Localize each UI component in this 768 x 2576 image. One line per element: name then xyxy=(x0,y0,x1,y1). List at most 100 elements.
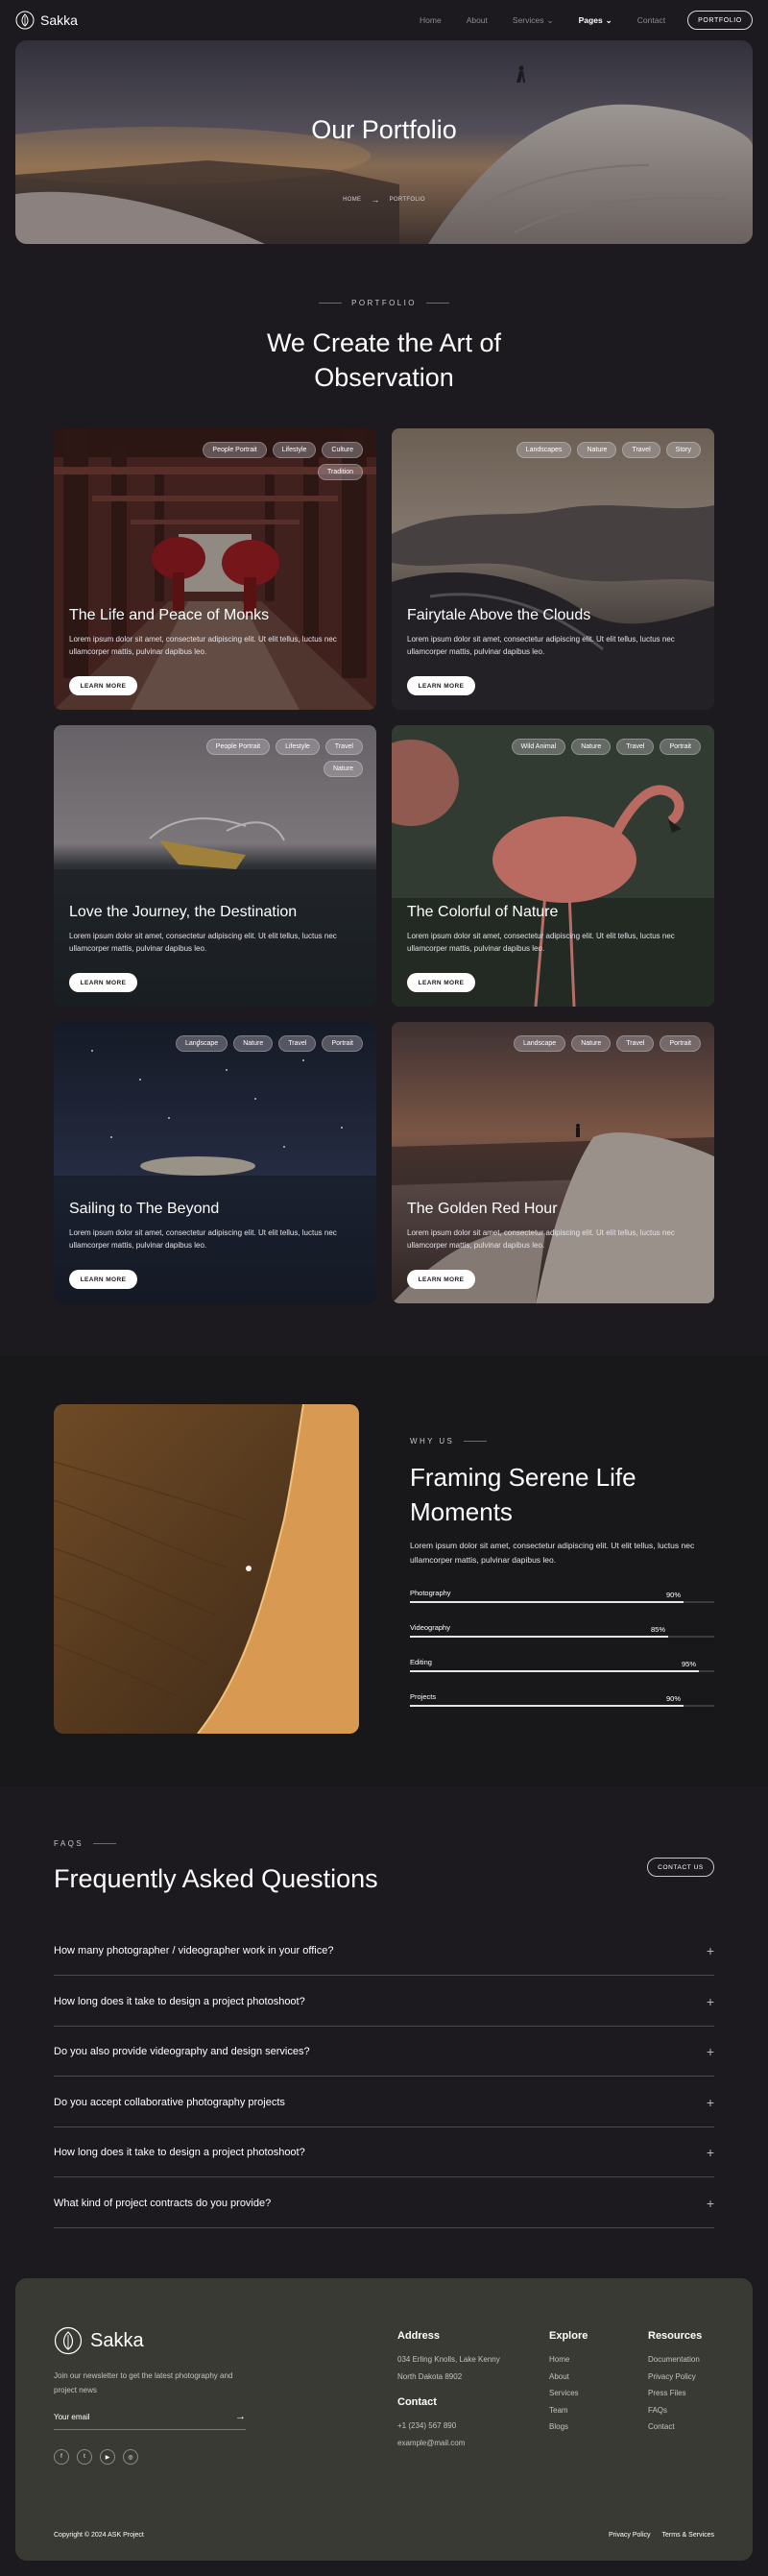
terms-link[interactable]: Terms & Services xyxy=(662,2532,714,2539)
plus-icon[interactable]: + xyxy=(707,2196,714,2211)
portfolio-card[interactable]: People Portrait Lifestyle Travel Nature … xyxy=(54,725,376,1007)
tag[interactable]: Story xyxy=(665,442,701,458)
plus-icon[interactable]: + xyxy=(707,1943,714,1958)
faq-item[interactable]: How long does it take to design a projec… xyxy=(54,2127,714,2177)
tag[interactable]: Travel xyxy=(616,1035,655,1052)
portfolio-card[interactable]: People Portrait Lifestyle Culture Tradit… xyxy=(54,428,376,710)
newsletter-text: Join our newsletter to get the latest ph… xyxy=(54,2371,233,2394)
tag[interactable]: Nature xyxy=(571,739,612,755)
tag[interactable]: People Portrait xyxy=(205,739,271,755)
faq-item[interactable]: What kind of project contracts do you pr… xyxy=(54,2178,714,2228)
nav-link-home[interactable]: Home xyxy=(420,15,442,25)
learn-more-button[interactable]: LEARN MORE xyxy=(69,1270,137,1289)
nav-link-pages[interactable]: Pages ⌄ xyxy=(579,15,612,26)
learn-more-button[interactable]: LEARN MORE xyxy=(69,676,137,695)
tag[interactable]: Lifestyle xyxy=(276,739,320,755)
portfolio-card[interactable]: Landscape Nature Travel Portrait The Gol… xyxy=(392,1022,714,1303)
footer-link[interactable]: FAQs xyxy=(648,2402,702,2419)
learn-more-button[interactable]: LEARN MORE xyxy=(407,1270,475,1289)
faq-item[interactable]: How many photographer / videographer wor… xyxy=(54,1926,714,1976)
card-description: Lorem ipsum dolor sit amet, consectetur … xyxy=(407,1228,675,1250)
portfolio-button[interactable]: PORTFOLIO xyxy=(687,11,753,30)
footer-brand[interactable]: Sakka xyxy=(54,2326,144,2355)
tag[interactable]: Travel xyxy=(278,1035,317,1052)
tag[interactable]: Nature xyxy=(323,761,363,777)
card-description: Lorem ipsum dolor sit amet, consectetur … xyxy=(407,932,675,953)
tag[interactable]: Landscapes xyxy=(516,442,572,458)
tag[interactable]: Portrait xyxy=(660,1035,701,1052)
card-image-clouds xyxy=(392,428,714,710)
footer-link[interactable]: Team xyxy=(549,2402,588,2419)
faq-question: Do you accept collaborative photography … xyxy=(54,2096,285,2108)
learn-more-button[interactable]: LEARN MORE xyxy=(407,676,475,695)
breadcrumb: HOME → PORTFOLIO xyxy=(15,195,753,205)
instagram-icon[interactable]: ◎ xyxy=(123,2449,138,2465)
skill-percent: 85% xyxy=(651,1625,666,1634)
footer-link[interactable]: About xyxy=(549,2369,588,2386)
faq-item[interactable]: How long does it take to design a projec… xyxy=(54,1977,714,2027)
footer-resources: Resources Documentation Privacy Policy P… xyxy=(648,2330,702,2436)
learn-more-button[interactable]: LEARN MORE xyxy=(407,973,475,992)
privacy-policy-link[interactable]: Privacy Policy xyxy=(609,2532,651,2539)
brand-logo[interactable]: Sakka xyxy=(15,11,78,30)
tag[interactable]: Culture xyxy=(322,442,363,458)
tag[interactable]: Tradition xyxy=(318,464,363,480)
breadcrumb-home[interactable]: HOME xyxy=(343,197,361,203)
tag[interactable]: Landscape xyxy=(513,1035,566,1052)
brand-name: Sakka xyxy=(90,2329,144,2351)
copyright: Copyright © 2024 ASK Project xyxy=(54,2532,144,2539)
portfolio-card[interactable]: Wild Animal Nature Travel Portrait The C… xyxy=(392,725,714,1007)
nav-links: Home About Services ⌄ Pages ⌄ Contact xyxy=(420,0,690,40)
hero-banner: Our Portfolio HOME → PORTFOLIO xyxy=(15,40,753,244)
tag[interactable]: Travel xyxy=(616,739,655,755)
portfolio-card[interactable]: Landscape Nature Travel Portrait Sailing… xyxy=(54,1022,376,1303)
email-placeholder: Your email xyxy=(54,2413,90,2421)
card-image-golden-hour xyxy=(392,1022,714,1303)
eyebrow-label: FAQS xyxy=(54,1839,84,1848)
email-link[interactable]: example@mail.com xyxy=(397,2435,500,2452)
nav-link-contact[interactable]: Contact xyxy=(637,15,665,25)
footer-link[interactable]: Documentation xyxy=(648,2351,702,2369)
youtube-icon[interactable]: ▶ xyxy=(100,2449,115,2465)
footer-link[interactable]: Services xyxy=(549,2385,588,2402)
tag[interactable]: Travel xyxy=(324,739,363,755)
tag[interactable]: Portrait xyxy=(660,739,701,755)
card-description: Lorem ipsum dolor sit amet, consectetur … xyxy=(69,932,337,953)
phone-link[interactable]: +1 (234) 567 890 xyxy=(397,2418,500,2435)
tag[interactable]: Nature xyxy=(571,1035,612,1052)
tag[interactable]: Wild Animal xyxy=(511,739,566,755)
tag[interactable]: People Portrait xyxy=(203,442,267,458)
tag[interactable]: Travel xyxy=(622,442,660,458)
divider xyxy=(319,303,343,304)
why-us-title: Framing Serene Life Moments xyxy=(410,1463,636,1526)
breadcrumb-current: PORTFOLIO xyxy=(389,197,425,203)
skill-bar-editing: Editing 95% xyxy=(410,1658,714,1672)
twitter-icon[interactable]: t xyxy=(77,2449,92,2465)
tag[interactable]: Nature xyxy=(233,1035,274,1052)
footer-link[interactable]: Privacy Policy xyxy=(648,2369,702,2386)
contact-us-button[interactable]: CONTACT US xyxy=(647,1858,714,1877)
plus-icon[interactable]: + xyxy=(707,2095,714,2110)
footer-link[interactable]: Contact xyxy=(648,2418,702,2436)
arrow-right-icon: → xyxy=(371,195,380,205)
plus-icon[interactable]: + xyxy=(707,2145,714,2160)
plus-icon[interactable]: + xyxy=(707,2044,714,2059)
portfolio-card[interactable]: Landscapes Nature Travel Story Fairytale… xyxy=(392,428,714,710)
faq-item[interactable]: Do you accept collaborative photography … xyxy=(54,2078,714,2127)
footer-link[interactable]: Press Files xyxy=(648,2385,702,2402)
plus-icon[interactable]: + xyxy=(707,1994,714,2009)
tag[interactable]: Landscape xyxy=(175,1035,228,1052)
nav-link-about[interactable]: About xyxy=(467,15,488,25)
learn-more-button[interactable]: LEARN MORE xyxy=(69,973,137,992)
email-field[interactable]: Your email → xyxy=(54,2412,246,2430)
tag[interactable]: Lifestyle xyxy=(272,442,317,458)
faq-item[interactable]: Do you also provide videography and desi… xyxy=(54,2027,714,2077)
tag[interactable]: Nature xyxy=(577,442,617,458)
tag[interactable]: Portrait xyxy=(322,1035,363,1052)
footer-link[interactable]: Home xyxy=(549,2351,588,2369)
footer-link[interactable]: Blogs xyxy=(549,2418,588,2436)
nav-link-services[interactable]: Services ⌄ xyxy=(513,15,554,26)
address-line: 034 Erling Knolls, Lake Kenny xyxy=(397,2355,500,2364)
facebook-icon[interactable]: f xyxy=(54,2449,69,2465)
arrow-right-icon[interactable]: → xyxy=(235,2412,246,2422)
